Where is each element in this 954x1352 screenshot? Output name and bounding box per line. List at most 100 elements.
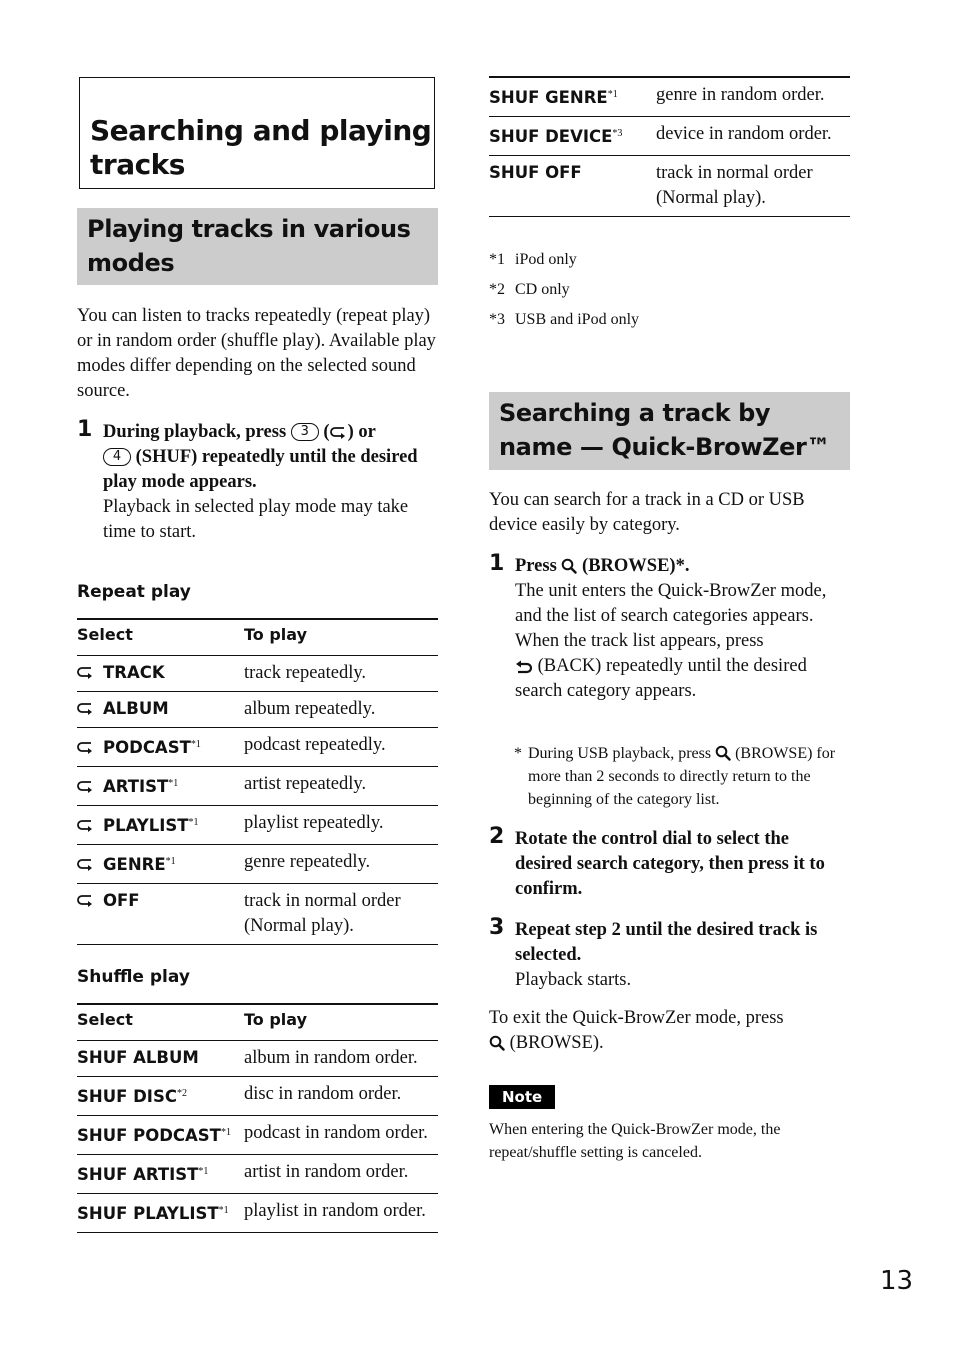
to-play-cell: genre repeatedly.: [244, 852, 371, 872]
step-number: 1: [77, 417, 93, 442]
page-title: Searching and playing tracks: [90, 114, 432, 181]
step-1-text-c: (SHUF) repeatedly until the desired play…: [103, 447, 418, 492]
step-number: 1: [489, 551, 505, 576]
footnote-ref: *1: [168, 778, 179, 789]
repeat-icon: [77, 819, 95, 833]
step-2-title: Rotate the control dial to select the de…: [515, 829, 825, 899]
shuffle-play-heading: Shuffle play: [77, 967, 190, 987]
repeat-play-table: Select To play TRACK track repeatedly. ALB…: [77, 618, 438, 945]
repeat-icon: [77, 741, 95, 755]
note-text: When entering the Quick-BrowZer mode, th…: [489, 1121, 781, 1161]
repeat-icon: [77, 858, 95, 872]
footnote-text: iPod only: [515, 251, 577, 268]
mode-name: GENRE: [103, 855, 166, 874]
column-header-to-play: To play: [244, 625, 308, 644]
footnote-ref: *2: [176, 1088, 187, 1099]
step-number: 2: [489, 824, 505, 849]
mode-name: SHUF PLAYLIST: [77, 1204, 219, 1223]
table-row: GENRE*1 genre repeatedly.: [77, 845, 438, 884]
select-cell: ALBUM: [77, 692, 244, 728]
quick-browzer-step-1: 1 Press (BROWSE)*. The unit enters the Q…: [489, 551, 850, 704]
note-label: Note: [489, 1085, 556, 1109]
footnote-ref: *1: [607, 89, 618, 100]
repeat-icon: [330, 426, 348, 440]
table-row: ARTIST*1 artist repeatedly.: [77, 767, 438, 806]
step-1-detail-2a: When the track list appears, press: [515, 631, 764, 651]
quick-browzer-intro: You can search for a track in a CD or US…: [489, 490, 805, 535]
repeat-icon: [77, 702, 95, 716]
to-play-cell: album repeatedly.: [244, 699, 376, 719]
mode-name: PLAYLIST: [103, 816, 189, 835]
step-1-text-b: or: [358, 422, 376, 442]
mode-name: SHUF DISC: [77, 1087, 177, 1106]
step-1-detail-1: The unit enters the Quick-BrowZer mode, …: [515, 581, 827, 626]
search-icon: [715, 745, 731, 761]
select-cell: GENRE*1: [77, 845, 244, 884]
table-row: ALBUM album repeatedly.: [77, 692, 438, 728]
to-play-cell: track repeatedly.: [244, 663, 367, 683]
table-row: OFF track in normal order (Normal play).: [77, 884, 438, 945]
table-row: PODCAST*1 podcast repeatedly.: [77, 728, 438, 767]
section-heading-play-modes-text: Playing tracks in various modes: [87, 215, 411, 277]
section-heading-quick-browzer-line2: name — Quick-BrowZer™: [499, 433, 831, 461]
footnote-ref: *1: [220, 1127, 231, 1138]
to-play-cell: disc in random order.: [244, 1084, 402, 1104]
to-play-cell: track in normal order (Normal play).: [244, 891, 401, 936]
play-modes-intro: You can listen to tracks repeatedly (rep…: [77, 306, 436, 401]
key-3-button: 3: [290, 423, 319, 441]
to-play-cell: podcast in random order.: [244, 1123, 428, 1143]
footnote-ref: *1: [190, 739, 201, 750]
to-play-cell: genre in random order.: [656, 85, 825, 105]
repeat-play-heading: Repeat play: [77, 582, 191, 602]
footnote-item: *1 iPod only: [489, 245, 639, 275]
footnote-mark: *2: [489, 281, 505, 298]
footnote-ref: *1: [198, 1166, 209, 1177]
to-play-cell: artist in random order.: [244, 1162, 409, 1182]
footnote-ref: *3: [612, 128, 623, 139]
footnote-text: CD only: [515, 281, 570, 298]
table-header-row: Select To play: [77, 1004, 438, 1041]
table-header-row: Select To play: [77, 619, 438, 656]
table-row: SHUF PODCAST*1 podcast in random order.: [77, 1116, 438, 1155]
footnote-mark: *1: [489, 251, 505, 268]
search-icon: [489, 1035, 505, 1051]
repeat-icon: [77, 780, 95, 794]
table-row: SHUF ALBUM album in random order.: [77, 1041, 438, 1077]
page-title-box: Searching and playing tracks: [79, 77, 435, 189]
browse-footnote-text-a: During USB playback, press: [528, 745, 712, 762]
footnote-ref: *1: [218, 1205, 229, 1216]
exit-text-b: (BROWSE).: [509, 1033, 604, 1053]
to-play-cell: artist repeatedly.: [244, 774, 367, 794]
back-icon: [515, 660, 533, 674]
select-cell: OFF: [77, 884, 244, 945]
mode-name: SHUF GENRE: [489, 88, 608, 107]
table-row: SHUF DISC*2 disc in random order.: [77, 1077, 438, 1116]
section-heading-play-modes: Playing tracks in various modes: [77, 208, 438, 285]
step-1-title-b: (BROWSE)*.: [582, 556, 690, 576]
select-cell: SHUF OFF: [489, 156, 656, 217]
select-cell: SHUF DEVICE*3: [489, 117, 656, 156]
to-play-cell: album in random order.: [244, 1048, 418, 1068]
footnote-ref: *1: [165, 856, 176, 867]
footnotes: *1 iPod only *2 CD only *3 USB and iPod only: [489, 245, 639, 335]
quick-browzer-step-2: 2 Rotate the control dial to select the …: [489, 824, 850, 902]
step-3-title: Repeat step 2 until the desired track is…: [515, 920, 818, 965]
select-cell: SHUF DISC*2: [77, 1077, 244, 1116]
select-cell: PLAYLIST*1: [77, 806, 244, 845]
table-row: SHUF OFF track in normal order (Normal pl…: [489, 156, 850, 217]
select-cell: SHUF GENRE*1: [489, 77, 656, 117]
mode-name: ALBUM: [103, 699, 169, 718]
select-cell: ARTIST*1: [77, 767, 244, 806]
table-row: SHUF PLAYLIST*1 playlist in random order.: [77, 1194, 438, 1233]
play-modes-step-1: 1 During playback, press 3 () or 4 (SHUF…: [77, 417, 418, 542]
step-1-text-a: During playback, press: [103, 422, 287, 442]
mode-name: PODCAST: [103, 738, 191, 757]
select-cell: SHUF PLAYLIST*1: [77, 1194, 244, 1233]
mode-name: TRACK: [103, 663, 165, 682]
to-play-cell: track in normal order (Normal play).: [656, 163, 813, 208]
footnote-mark: *3: [489, 311, 505, 328]
step-number: 3: [489, 915, 505, 940]
table-row: SHUF GENRE*1 genre in random order.: [489, 77, 850, 117]
step-1-detail: Playback in selected play mode may take …: [103, 497, 409, 542]
select-cell: SHUF ALBUM: [77, 1041, 244, 1077]
